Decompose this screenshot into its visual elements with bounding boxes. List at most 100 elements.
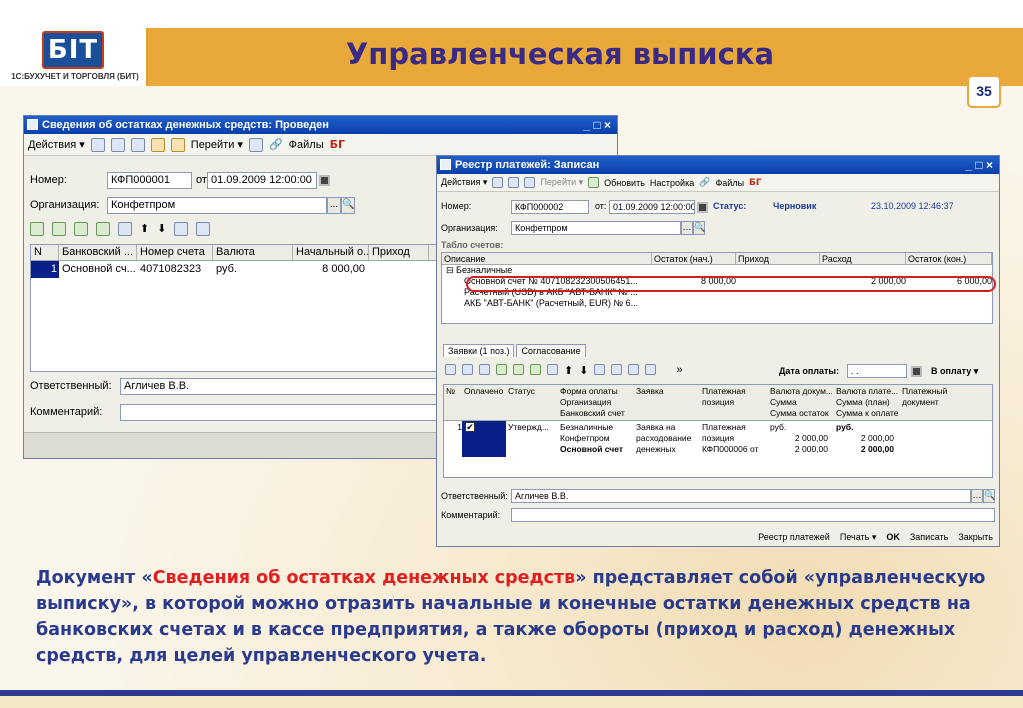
- goto-menu[interactable]: Перейти ▾: [540, 177, 583, 188]
- tab-approval[interactable]: Согласование: [516, 344, 586, 357]
- files-button[interactable]: Файлы: [289, 139, 324, 151]
- col-doc-sum[interactable]: Сумма: [768, 397, 832, 407]
- clear-icon[interactable]: [645, 364, 657, 375]
- paid-checkbox[interactable]: ✔: [465, 422, 475, 432]
- select-button[interactable]: …: [971, 489, 983, 503]
- window1-titlebar[interactable]: Сведения об остатках денежных средств: П…: [24, 116, 617, 134]
- move-down-icon[interactable]: ⬇: [157, 222, 166, 236]
- ok-button[interactable]: OK: [886, 532, 900, 543]
- tab-requests[interactable]: Заявки (1 поз.): [443, 344, 515, 357]
- search-icon[interactable]: 🔍: [983, 489, 995, 503]
- edit-icon[interactable]: [170, 137, 185, 152]
- date-field[interactable]: 01.09.2009 12:00:00: [609, 200, 695, 214]
- date-field[interactable]: 01.09.2009 12:00:00: [207, 172, 317, 189]
- col-end-balance[interactable]: Остаток (кон.): [906, 253, 992, 264]
- sort-desc-icon[interactable]: [196, 222, 211, 236]
- pay-date-field[interactable]: . .: [847, 364, 907, 378]
- back-icon[interactable]: [492, 177, 504, 188]
- col-pay-currency[interactable]: Валюта плате...: [834, 386, 898, 396]
- comment-field[interactable]: [511, 508, 995, 522]
- cell-income[interactable]: [369, 261, 429, 278]
- number-field[interactable]: КФП000002: [511, 200, 589, 214]
- delete-row-icon[interactable]: [530, 364, 541, 375]
- cell-account[interactable]: 4071082323: [137, 261, 213, 278]
- close-button[interactable]: Закрыть: [958, 532, 993, 543]
- save-button[interactable]: Записать: [910, 532, 948, 543]
- col-start-balance[interactable]: Остаток (нач.): [652, 253, 736, 264]
- col-income[interactable]: Приход: [369, 245, 429, 260]
- paperclip-icon[interactable]: 🔗: [699, 177, 710, 188]
- add-row-icon[interactable]: [30, 222, 44, 236]
- delete-row-icon[interactable]: [96, 222, 110, 236]
- paperclip-icon[interactable]: 🔗: [269, 138, 283, 151]
- copy-row-icon[interactable]: [52, 222, 66, 236]
- organization-field[interactable]: Конфетпром: [107, 197, 327, 214]
- files-button[interactable]: Файлы: [715, 178, 744, 188]
- move-down-icon[interactable]: ⬇: [579, 364, 588, 377]
- number-field[interactable]: КФП000001: [107, 172, 192, 189]
- col-income[interactable]: Приход: [736, 253, 820, 264]
- edit-row-icon[interactable]: [513, 364, 524, 375]
- bit-logo-icon[interactable]: БГ: [330, 138, 345, 151]
- actions-menu[interactable]: Действия ▾: [441, 177, 487, 188]
- col-paid[interactable]: Оплачено: [462, 386, 506, 396]
- col-position[interactable]: Платежная: [700, 386, 766, 396]
- refresh-icon[interactable]: [110, 137, 125, 152]
- end-edit-icon[interactable]: [547, 364, 558, 375]
- window-controls[interactable]: _ □ ×: [965, 156, 993, 174]
- organization-field[interactable]: Конфетпром: [511, 221, 681, 235]
- col-doc-currency[interactable]: Валюта докум...: [768, 386, 832, 396]
- tree-row[interactable]: АКБ "АВТ-БАНК" (Расчетный, EUR) № 6...: [442, 298, 992, 309]
- col-status[interactable]: Статус: [506, 386, 558, 396]
- col-organization[interactable]: Организация: [558, 397, 632, 407]
- calendar-icon[interactable]: [911, 366, 922, 377]
- search-icon[interactable]: 🔍: [341, 197, 355, 214]
- col-expense[interactable]: Расход: [820, 253, 906, 264]
- open-icon[interactable]: [445, 364, 456, 375]
- actions-menu[interactable]: Действия ▾: [28, 138, 85, 151]
- col-request[interactable]: Заявка: [634, 386, 698, 396]
- col-form[interactable]: Форма оплаты: [558, 386, 632, 396]
- col-n[interactable]: N: [31, 245, 59, 260]
- table-icon[interactable]: [479, 364, 490, 375]
- table-row[interactable]: 1 ✔ Утвержд... Безналичные Конфетпром Ос…: [444, 421, 992, 457]
- registry-button[interactable]: Реестр платежей: [758, 532, 830, 543]
- post-icon[interactable]: [524, 177, 536, 188]
- move-up-icon[interactable]: ⬆: [140, 222, 149, 236]
- print-icon[interactable]: [150, 137, 165, 152]
- calendar-icon[interactable]: [697, 202, 708, 213]
- cell-n[interactable]: 1: [31, 261, 59, 278]
- window-controls[interactable]: _ □ ×: [583, 116, 611, 134]
- col-currency[interactable]: Валюта: [213, 245, 293, 260]
- responsible-field[interactable]: Агличев В.В.: [511, 489, 971, 503]
- refresh-icon[interactable]: [508, 177, 520, 188]
- settings-button[interactable]: Настройка: [650, 178, 694, 188]
- col-account[interactable]: Номер счета: [137, 245, 213, 260]
- tree-group[interactable]: ⊟ Безналичные: [442, 265, 992, 276]
- to-payment-button[interactable]: В оплату ▾: [931, 366, 978, 377]
- search-icon[interactable]: 🔍: [693, 221, 705, 235]
- report-icon[interactable]: [248, 137, 263, 152]
- sort-asc-icon[interactable]: [594, 364, 606, 375]
- copy-icon[interactable]: [462, 364, 473, 375]
- more-icon[interactable]: »: [676, 364, 682, 377]
- window2-titlebar[interactable]: Реестр платежей: Записан _ □ ×: [437, 156, 999, 174]
- col-pay-plan[interactable]: Сумма (план): [834, 397, 898, 407]
- cell-currency[interactable]: руб.: [213, 261, 293, 278]
- col-position-2[interactable]: позиция: [700, 397, 766, 407]
- col-pay-doc-2[interactable]: документ: [900, 397, 960, 407]
- add-row-icon[interactable]: [496, 364, 507, 375]
- col-doc-remaining[interactable]: Сумма остаток: [768, 408, 832, 418]
- col-start-balance[interactable]: Начальный о...: [293, 245, 369, 260]
- select-button[interactable]: …: [681, 221, 693, 235]
- calendar-icon[interactable]: [319, 175, 330, 186]
- back-icon[interactable]: [90, 137, 105, 152]
- edit-row-icon[interactable]: [74, 222, 88, 236]
- cell-start-balance[interactable]: 8 000,00: [293, 261, 369, 278]
- sort-asc-icon[interactable]: [174, 222, 189, 236]
- move-up-icon[interactable]: ⬆: [564, 364, 573, 377]
- col-description[interactable]: Описание: [442, 253, 652, 264]
- goto-menu[interactable]: Перейти ▾: [191, 138, 243, 151]
- end-edit-icon[interactable]: [118, 222, 132, 236]
- col-pay-amount[interactable]: Сумма к оплате: [834, 408, 898, 418]
